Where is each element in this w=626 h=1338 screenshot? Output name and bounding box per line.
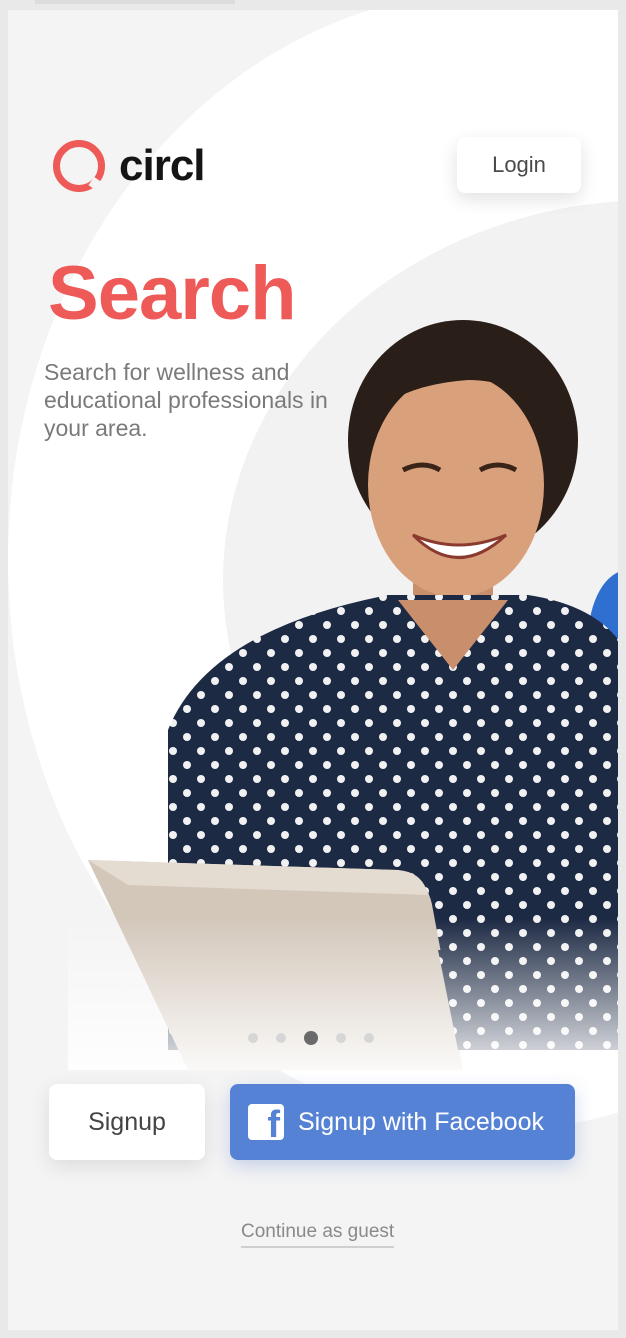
signup-button[interactable]: Signup (49, 1084, 205, 1160)
login-button[interactable]: Login (457, 137, 581, 193)
carousel-dot[interactable] (276, 1033, 286, 1043)
carousel-dot[interactable] (336, 1033, 346, 1043)
continue-as-guest-link[interactable]: Continue as guest (241, 1221, 395, 1248)
logo-text: circl (119, 141, 206, 190)
facebook-icon: f (248, 1104, 284, 1144)
signup-with-facebook-button[interactable]: f Signup with Facebook (230, 1084, 575, 1160)
page-subtitle: Search for wellness and educational prof… (44, 359, 328, 441)
carousel-indicator (248, 1031, 374, 1045)
page-title: Search (48, 251, 296, 336)
carousel-dot[interactable] (364, 1033, 374, 1043)
carousel-dot[interactable] (248, 1033, 258, 1043)
circl-logo-icon (53, 140, 105, 192)
app-logo: circl (53, 138, 206, 194)
carousel-dot-active[interactable] (304, 1031, 318, 1045)
facebook-button-label: Signup with Facebook (298, 1107, 544, 1136)
status-bar-remnant (35, 0, 235, 4)
onboarding-screen: circl Login Search Search for wellness a… (8, 10, 618, 1330)
